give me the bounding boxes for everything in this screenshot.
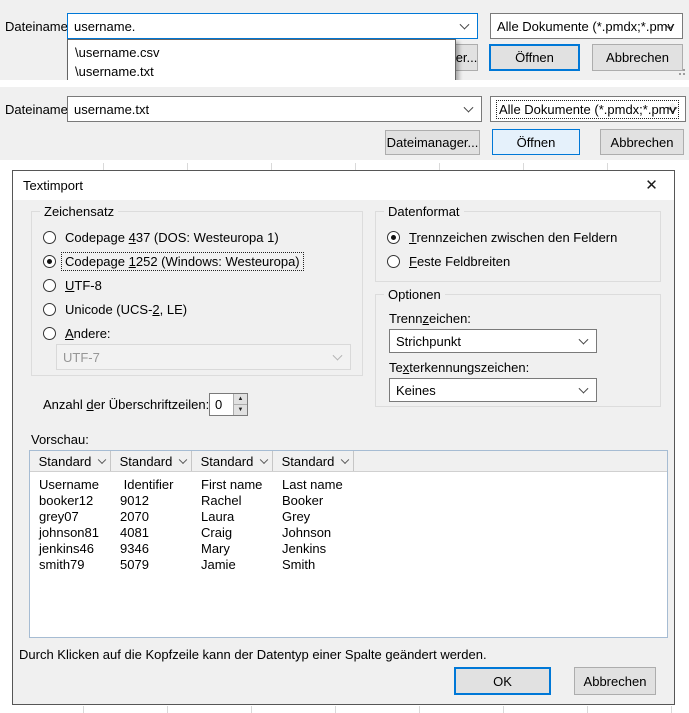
radio-utf8[interactable]: UTF-8 [43, 276, 105, 294]
chevron-down-icon[interactable] [579, 335, 589, 345]
radio-icon [43, 279, 56, 292]
background-gridlines [20, 163, 675, 170]
filetype-combobox[interactable]: Alle Dokumente (*.pmdx;*.pmv [490, 13, 683, 39]
background-gridlines [0, 706, 689, 713]
suggestion-item[interactable]: \username.csv [68, 43, 455, 62]
filename-suggestion-list: \username.csv \username.txt [67, 39, 456, 80]
dataformat-group: Datenformat [375, 211, 661, 282]
chevron-down-icon[interactable] [98, 456, 106, 464]
column-type-header[interactable]: Standard [273, 451, 354, 471]
column-type-header[interactable]: Standard [111, 451, 192, 471]
dialog-title: Textimport [23, 178, 83, 193]
filemanager-button[interactable]: Dateimanager... [385, 130, 480, 155]
other-charset-value: UTF-7 [63, 350, 100, 365]
filetype-value: Alle Dokumente (*.pmdx;*.pmv [497, 101, 678, 118]
chevron-down-icon[interactable] [341, 456, 349, 464]
filename-value: username. [74, 19, 135, 34]
chevron-down-icon [333, 351, 343, 361]
options-group-label: Optionen [384, 287, 445, 302]
textimport-dialog: Textimport ✕ Zeichensatz Codepage 437 (D… [12, 170, 675, 705]
chevron-down-icon[interactable] [464, 103, 474, 113]
radio-unicode-ucs2[interactable]: Unicode (UCS-2, LE) [43, 300, 190, 318]
open-button[interactable]: Öffnen [492, 129, 580, 155]
preview-table: Standard Standard Standard Standard User… [29, 450, 668, 638]
radio-icon [43, 255, 56, 268]
filename-label: Dateiname: [5, 102, 71, 117]
radio-other-charset[interactable]: Andere: [43, 324, 114, 342]
charset-group-label: Zeichensatz [40, 204, 118, 219]
spinner-down-icon[interactable]: ▼ [234, 405, 247, 415]
cancel-button[interactable]: Abbrechen [574, 667, 656, 695]
chevron-down-icon[interactable] [460, 20, 470, 30]
other-charset-combobox: UTF-7 [56, 344, 351, 370]
radio-codepage-437[interactable]: Codepage 437 (DOS: Westeuropa 1) [43, 228, 282, 246]
filename-combobox[interactable]: username.txt [67, 96, 482, 122]
filetype-value: Alle Dokumente (*.pmdx;*.pmv [497, 19, 674, 34]
chevron-down-icon[interactable] [179, 456, 187, 464]
ok-button[interactable]: OK [454, 667, 551, 695]
radio-icon [43, 303, 56, 316]
radio-icon [387, 231, 400, 244]
radio-codepage-1252[interactable]: Codepage 1252 (Windows: Westeuropa) [43, 252, 303, 270]
suggestion-item[interactable]: \username.txt [68, 62, 455, 80]
filename-label: Dateiname: [5, 19, 71, 34]
header-lines-value: 0 [215, 397, 222, 412]
radio-icon [43, 231, 56, 244]
separator-value: Strichpunkt [396, 334, 461, 349]
filename-value: username.txt [74, 102, 149, 117]
spinner-up-icon[interactable]: ▲ [234, 394, 247, 405]
separator-combobox[interactable]: Strichpunkt [389, 329, 597, 353]
open-dialog-strip-2: Dateiname: username.txt Alle Dokumente (… [0, 87, 689, 160]
chevron-down-icon[interactable] [579, 384, 589, 394]
header-lines-spinner[interactable]: 0 ▲ ▼ [209, 393, 248, 416]
preview-label: Vorschau: [31, 432, 89, 447]
filetype-combobox[interactable]: Alle Dokumente (*.pmdx;*.pmv [490, 96, 686, 122]
cancel-button[interactable]: Abbrechen [592, 44, 683, 71]
preview-table-header: Standard Standard Standard Standard [30, 451, 667, 472]
column-type-header[interactable]: Standard [192, 451, 273, 471]
screenshot-canvas: Dateiname: username. Alle Dokumente (*.p… [0, 0, 689, 713]
text-qualifier-label: Texterkennungszeichen: [389, 360, 529, 375]
close-icon[interactable]: ✕ [629, 171, 674, 199]
filename-combobox[interactable]: username. [67, 13, 478, 39]
hint-text: Durch Klicken auf die Kopfzeile kann der… [19, 647, 487, 662]
radio-fixed-width[interactable]: Feste Feldbreiten [387, 252, 513, 270]
dataformat-group-label: Datenformat [384, 204, 464, 219]
open-button[interactable]: Öffnen [489, 44, 580, 71]
dialog-titlebar[interactable]: Textimport ✕ [13, 171, 674, 200]
separator-label: Trennzeichen: [389, 311, 471, 326]
radio-delimited[interactable]: Trennzeichen zwischen den Feldern [387, 228, 620, 246]
chevron-down-icon[interactable] [260, 456, 268, 464]
cancel-button[interactable]: Abbrechen [600, 129, 684, 155]
resize-grip-icon[interactable] [675, 65, 685, 75]
radio-icon [387, 255, 400, 268]
column-type-header[interactable]: Standard [30, 451, 111, 471]
text-qualifier-combobox[interactable]: Keines [389, 378, 597, 402]
radio-icon [43, 327, 56, 340]
header-lines-label: Anzahl der Überschriftzeilen: [43, 397, 209, 412]
text-qualifier-value: Keines [396, 383, 436, 398]
open-dialog-strip-1: Dateiname: username. Alle Dokumente (*.p… [0, 0, 689, 80]
